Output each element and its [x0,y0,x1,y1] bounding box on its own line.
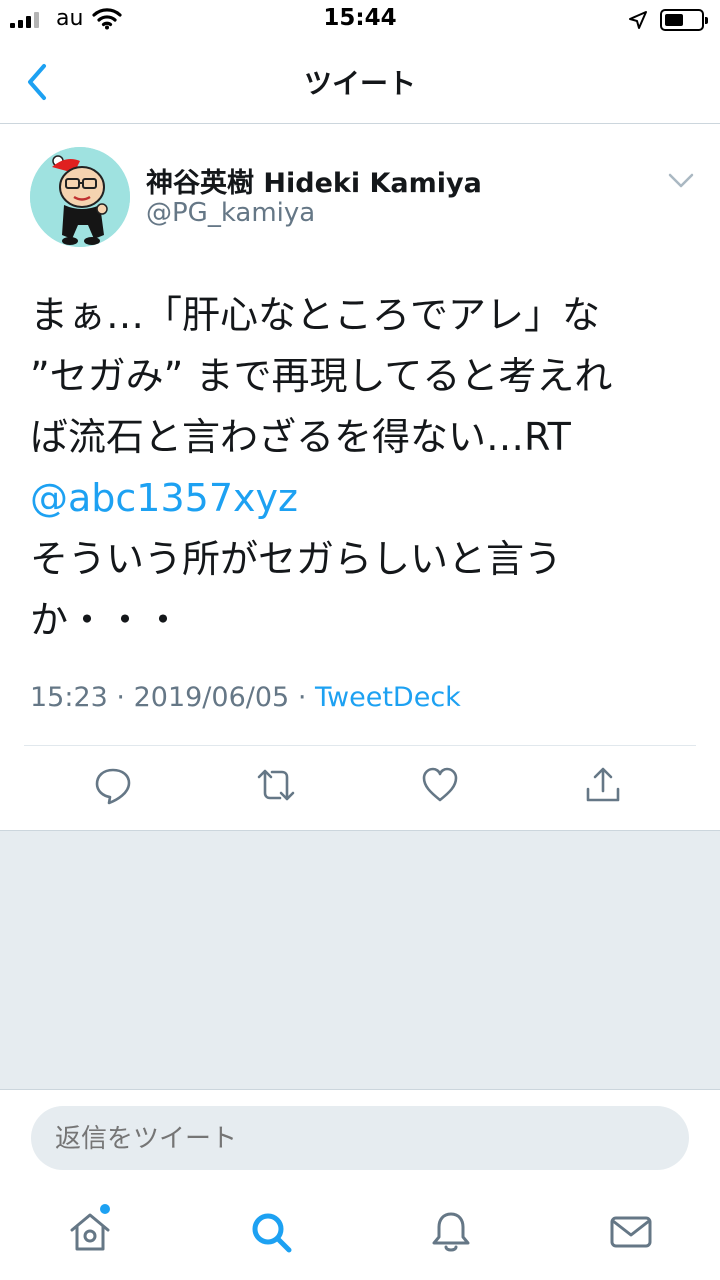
tweet: 神谷英樹 Hideki Kamiya @PG_kamiya まぁ…「肝心なところ… [0,125,720,830]
author-handle[interactable]: @PG_kamiya [146,198,315,228]
meta-separator: · [116,682,125,713]
tweet-time: 15:23 [30,682,108,713]
avatar[interactable] [30,147,130,247]
messages-icon[interactable] [609,1210,653,1254]
notifications-icon[interactable] [429,1210,473,1254]
share-icon[interactable] [583,765,623,805]
divider [24,745,696,746]
retweet-icon[interactable] [256,765,296,805]
tweet-text: まぁ…「肝心なところでアレ」な ”セガみ” まで再現してると考えれ ば流石と言わ… [30,285,690,651]
home-icon[interactable] [68,1210,112,1254]
nav-bar: ツイート [0,40,720,124]
tweet-text-line: ば流石と言わざるを得ない…RT [30,415,571,459]
notification-dot [100,1204,110,1214]
like-heart-icon[interactable] [420,765,460,805]
empty-replies-area [0,830,720,1090]
tweet-text-line: ”セガみ” まで再現してると考えれ [30,354,613,398]
tweet-detail-screen: au 15:44 ツイート 神谷英樹 Hideki Kamiya @PG_kam… [0,0,720,1280]
status-bar: au 15:44 [0,0,720,40]
tweet-text-line: か・・・ [30,598,183,642]
battery-icon [660,9,708,31]
tweet-text-line: そういう所がセガらしいと言う [30,537,563,581]
meta-separator: · [297,682,307,713]
tweet-meta: 15:23 · 2019/06/05 · TweetDeck [30,682,461,713]
chevron-down-icon[interactable] [666,167,696,193]
tweet-date: 2019/06/05 [133,682,290,713]
status-time: 15:44 [323,5,397,31]
reply-icon[interactable] [93,765,133,805]
tweet-source-link[interactable]: TweetDeck [315,682,461,713]
author-display-name[interactable]: 神谷英樹 Hideki Kamiya [146,161,482,200]
tweet-text-line: まぁ…「肝心なところでアレ」な [30,293,601,337]
search-icon[interactable] [249,1210,293,1254]
mention-link[interactable]: @abc1357xyz [30,468,690,529]
reply-input[interactable] [31,1106,689,1170]
location-arrow-icon [629,11,647,29]
page-title: ツイート [303,67,416,100]
avatar-illustration-icon [30,147,130,247]
